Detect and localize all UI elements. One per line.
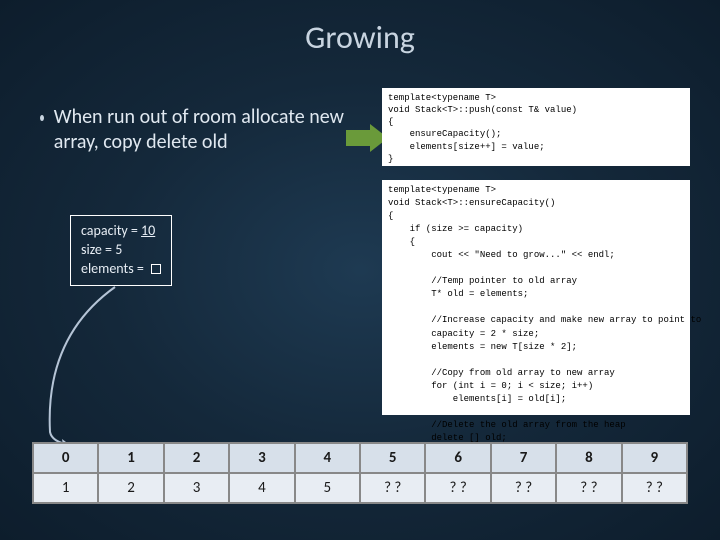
table-cell: 5 [295,473,360,503]
table-header: 7 [491,443,556,473]
size-line: size = 5 [81,241,161,260]
table-header: 6 [425,443,490,473]
bullet-item: When run out of room allocate new array,… [40,105,350,155]
table-cell: ? ? [556,473,621,503]
table-header: 5 [360,443,425,473]
table-cell: ? ? [491,473,556,503]
table-header: 2 [164,443,229,473]
pointer-box-icon [151,264,161,274]
capacity-line: capacity = 10 [81,222,161,241]
table-cell: ? ? [360,473,425,503]
table-cell: ? ? [425,473,490,503]
state-box: capacity = 10 size = 5 elements = [70,215,172,286]
table-header: 8 [556,443,621,473]
bullet-text: When run out of room allocate new array,… [54,105,350,155]
table-cell: 3 [164,473,229,503]
table-cell: ? ? [622,473,687,503]
table-header: 1 [98,443,163,473]
elements-line: elements = [81,260,161,279]
array-table: 0 1 2 3 4 5 6 7 8 9 1 2 3 4 5 ? ? ? ? ? … [32,442,688,504]
table-header: 4 [295,443,360,473]
table-value-row: 1 2 3 4 5 ? ? ? ? ? ? ? ? ? ? [33,473,687,503]
capacity-value: 10 [141,222,155,239]
table-header-row: 0 1 2 3 4 5 6 7 8 9 [33,443,687,473]
bullet-dot-icon [40,115,44,121]
table-header: 9 [622,443,687,473]
elements-label: elements = [81,260,147,277]
table-header: 3 [229,443,294,473]
code-snippet-push: template<typename T> void Stack<T>::push… [382,88,690,166]
table-cell: 2 [98,473,163,503]
table-header: 0 [33,443,98,473]
page-title: Growing [0,0,720,57]
code-snippet-ensure-capacity: template<typename T> void Stack<T>::ensu… [382,180,690,415]
table-cell: 1 [33,473,98,503]
size-value: 5 [115,241,122,258]
table-cell: 4 [229,473,294,503]
curved-arrow-icon [40,282,160,452]
capacity-label: capacity = [81,222,141,239]
size-label: size = [81,241,115,258]
